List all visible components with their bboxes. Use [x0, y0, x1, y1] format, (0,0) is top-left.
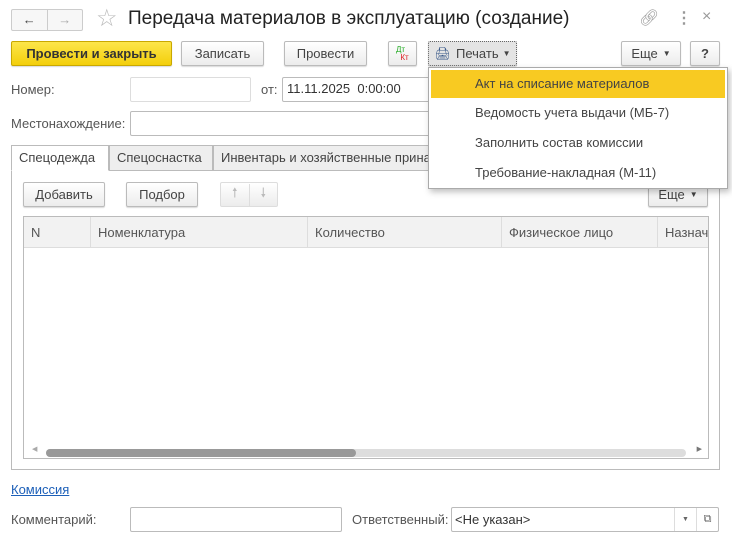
move-down-icon[interactable]: 🠗︎: [250, 184, 278, 206]
favorite-star-icon[interactable]: ☆: [96, 4, 118, 33]
pick-button[interactable]: Подбор: [126, 182, 198, 207]
number-label: Номер:: [11, 82, 55, 97]
move-up-icon[interactable]: 🠕︎: [221, 183, 250, 206]
table-header: N Номенклатура Количество Физическое лиц…: [24, 217, 708, 248]
responsible-value: <Не указан>: [455, 512, 531, 527]
move-buttons: 🠕︎ 🠗︎: [220, 182, 278, 207]
chevron-down-icon: ▼: [662, 49, 671, 58]
more-dots-icon[interactable]: ⋮: [676, 8, 692, 28]
more-button[interactable]: Еще ▼: [621, 41, 681, 66]
more-label: Еще: [658, 187, 685, 202]
print-menu: Акт на списание материалов Ведомость уче…: [428, 67, 728, 189]
help-button[interactable]: ?: [690, 41, 720, 66]
column-header-n[interactable]: N: [24, 217, 91, 248]
scroll-left-icon[interactable]: ◀: [32, 445, 37, 453]
column-header-nomenclature[interactable]: Номенклатура: [91, 217, 308, 248]
items-table: N Номенклатура Количество Физическое лиц…: [23, 216, 709, 459]
printer-icon: 🖨︎: [434, 45, 451, 61]
print-button[interactable]: 🖨︎ Печать ▼: [428, 41, 517, 66]
menu-item-act-write-off[interactable]: Акт на списание материалов: [431, 70, 725, 98]
responsible-select[interactable]: <Не указан> ▼ ⧉: [451, 507, 719, 532]
scrollbar-thumb[interactable]: [46, 449, 356, 457]
tab-workwear[interactable]: Спецодежда: [11, 145, 109, 171]
add-button[interactable]: Добавить: [23, 182, 105, 207]
column-header-person[interactable]: Физическое лицо: [502, 217, 658, 248]
tab-special-equipment[interactable]: Спецоснастка: [109, 145, 213, 171]
more-label: Еще: [631, 46, 658, 61]
dropdown-arrow-icon[interactable]: ▼: [674, 508, 696, 531]
location-input[interactable]: [130, 111, 450, 136]
location-label: Местонахождение:: [11, 116, 126, 131]
horizontal-scrollbar[interactable]: ◀ ▶: [32, 445, 702, 458]
number-input[interactable]: [130, 77, 251, 102]
link-icon[interactable]: 🔗︎: [639, 8, 659, 28]
responsible-label: Ответственный:: [352, 512, 449, 527]
dt-kt-button[interactable]: Дт Кт: [388, 41, 417, 66]
close-icon[interactable]: ×: [702, 8, 711, 26]
back-arrow-icon[interactable]: ←: [12, 10, 48, 30]
page-title: Передача материалов в эксплуатацию (созд…: [128, 8, 570, 29]
kt-label: Кт: [400, 52, 409, 62]
save-button[interactable]: Записать: [181, 41, 264, 66]
scroll-right-icon[interactable]: ▶: [697, 445, 702, 453]
print-label: Печать: [456, 46, 499, 61]
column-header-purpose[interactable]: Назначение: [658, 217, 708, 248]
date-input[interactable]: 11.11.2025 0:00:00: [282, 77, 442, 102]
comment-label: Комментарий:: [11, 512, 97, 527]
tab-inventory[interactable]: Инвентарь и хозяйственные принадлежности: [213, 145, 453, 171]
post-and-close-button[interactable]: Провести и закрыть: [11, 41, 172, 66]
forward-arrow-icon[interactable]: →: [48, 10, 83, 30]
post-button[interactable]: Провести: [284, 41, 367, 66]
menu-item-m11[interactable]: Требование-накладная (М-11): [431, 158, 725, 188]
open-icon[interactable]: ⧉: [696, 508, 718, 531]
nav-buttons: ← →: [11, 9, 83, 31]
column-header-quantity[interactable]: Количество: [308, 217, 502, 248]
date-label: от:: [261, 82, 278, 97]
menu-item-mb7[interactable]: Ведомость учета выдачи (МБ-7): [431, 98, 725, 128]
chevron-down-icon: ▼: [502, 49, 511, 58]
commission-link[interactable]: Комиссия: [11, 482, 69, 497]
comment-input[interactable]: [130, 507, 342, 532]
chevron-down-icon: ▼: [689, 190, 698, 199]
menu-item-fill-commission[interactable]: Заполнить состав комиссии: [431, 128, 725, 158]
